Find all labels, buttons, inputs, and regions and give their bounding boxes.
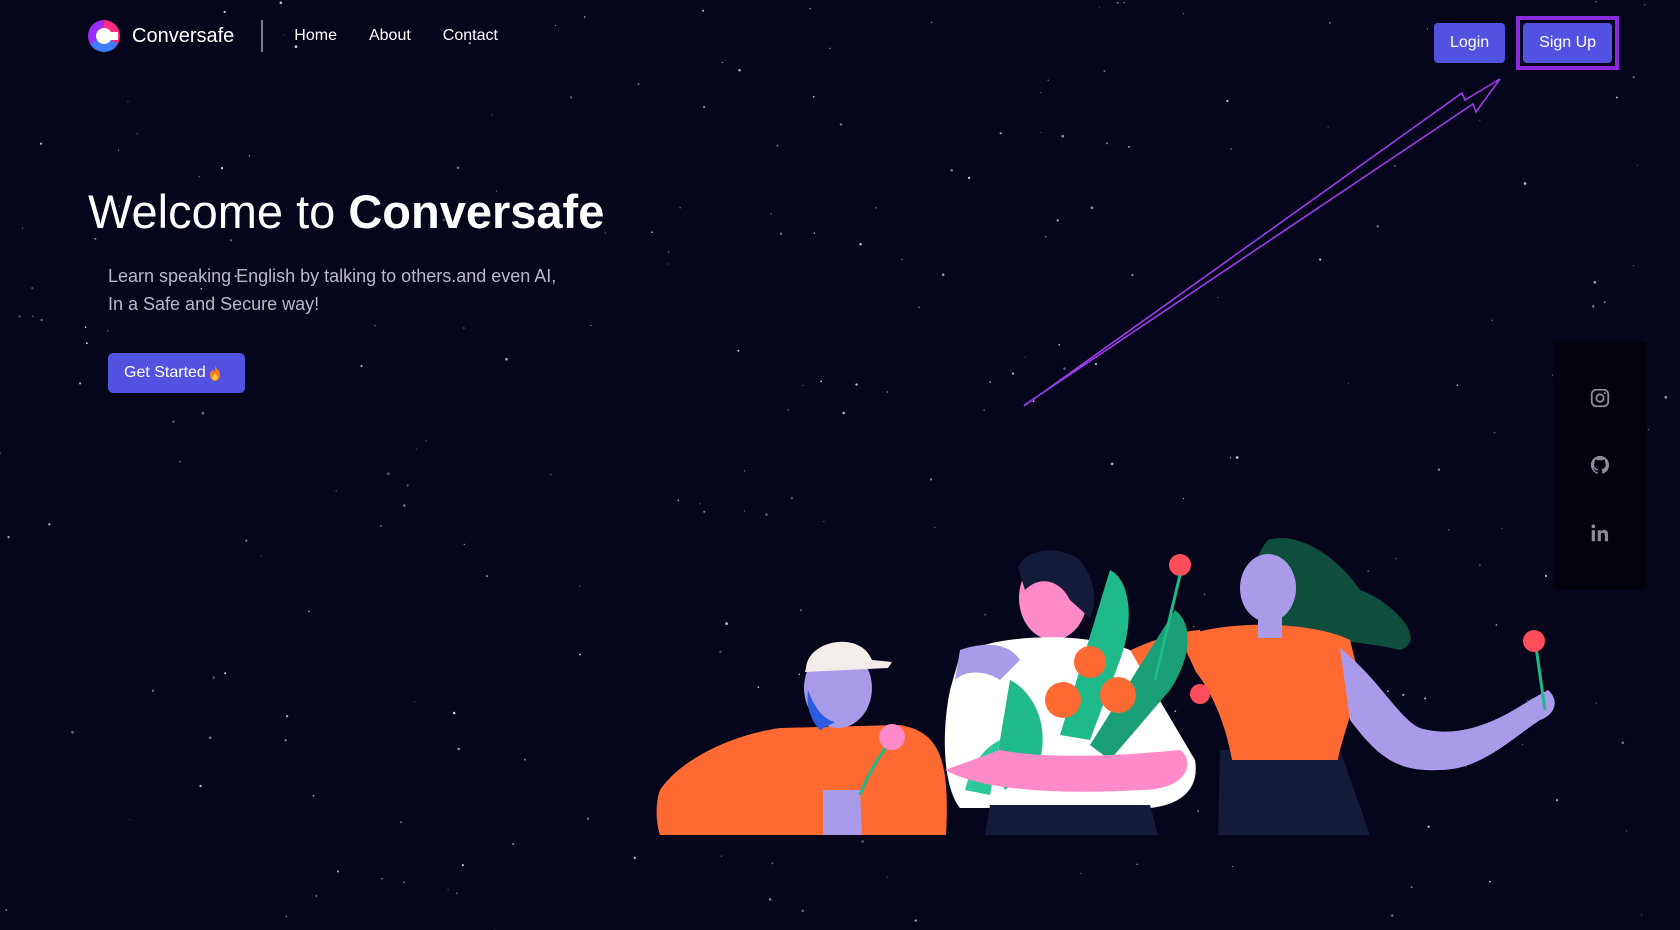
people-with-flowers-illustration bbox=[656, 538, 1555, 835]
landing-page: Conversafe Home About Contact Login Sign… bbox=[0, 0, 1680, 930]
